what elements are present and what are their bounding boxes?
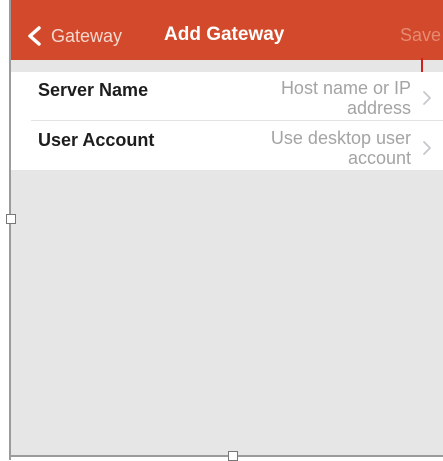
save-button[interactable]: Save [400, 25, 441, 46]
resize-handle-left[interactable] [6, 214, 16, 224]
server-name-placeholder: Host name or IP address [211, 78, 411, 118]
chevron-left-icon [28, 26, 41, 46]
navigation-bar: Gateway Add Gateway Save [11, 0, 443, 60]
server-name-placeholder-line-2: address [346, 98, 411, 118]
user-account-row[interactable]: User Account Use desktop user account [11, 122, 443, 170]
chevron-right-icon [423, 141, 431, 155]
page-title: Add Gateway [164, 24, 285, 45]
form-list: Server Name Host name or IP address User… [11, 72, 443, 170]
server-name-row[interactable]: Server Name Host name or IP address [11, 72, 443, 121]
back-button[interactable]: Gateway [25, 20, 122, 52]
chevron-right-icon [423, 91, 431, 105]
phone-screen: Gateway Add Gateway Save Server Name Hos… [11, 0, 443, 455]
server-name-placeholder-line-1: Host name or IP [280, 78, 411, 98]
server-name-label: Server Name [38, 80, 149, 100]
user-account-label: User Account [38, 130, 155, 150]
user-account-placeholder-line-2: account [347, 148, 411, 168]
back-label: Gateway [51, 25, 123, 46]
user-account-placeholder: Use desktop user account [211, 128, 411, 168]
frame-bottom-border [9, 455, 443, 457]
user-account-placeholder-line-1: Use desktop user [270, 128, 411, 148]
row-divider [31, 120, 443, 121]
